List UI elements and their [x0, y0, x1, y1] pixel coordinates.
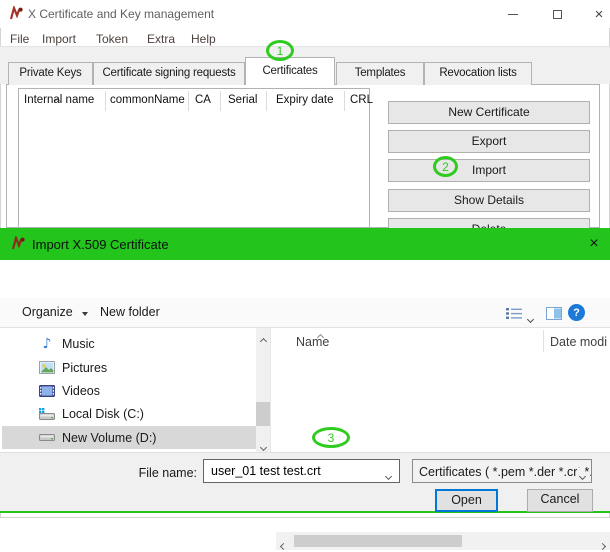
tab-certificate-signing-requests[interactable]: Certificate signing requests [93, 62, 245, 85]
xca-app-icon [8, 6, 24, 25]
music-icon: ♪ [38, 337, 56, 351]
column-divider [543, 330, 544, 352]
sidebar-scrollbar[interactable] [256, 328, 270, 452]
sidebar-item-label: Music [62, 337, 95, 351]
menu-file[interactable]: File [10, 32, 29, 46]
show-details-button[interactable]: Show Details [388, 189, 590, 212]
minimize-glyph [508, 14, 518, 15]
sidebar-item-music[interactable]: ♪ Music [2, 332, 256, 355]
column-header-serial[interactable]: Serial [228, 94, 257, 106]
scrollbar-thumb[interactable] [294, 535, 462, 547]
combo-dropdown-icon[interactable] [386, 468, 391, 482]
file-name-combobox[interactable] [203, 459, 400, 483]
horizontal-scrollbar[interactable] [276, 532, 610, 550]
navigation-bar: ← → ↑ « work › test [0, 260, 610, 298]
file-name-input[interactable] [205, 461, 375, 481]
dialog-content: ♪ Music Pictures [0, 328, 610, 452]
dialog-close-icon[interactable]: × [578, 228, 610, 260]
menu-help[interactable]: Help [191, 32, 216, 46]
organize-caret-icon [82, 312, 88, 316]
file-name-label: File name: [120, 466, 197, 480]
preview-pane-icon[interactable] [546, 307, 562, 323]
menu-token[interactable]: Token [96, 32, 128, 46]
file-type-value: Certificates ( *.pem *.der *.crt *. [419, 465, 592, 479]
videos-icon [38, 385, 56, 397]
new-folder-button[interactable]: New folder [100, 305, 160, 319]
sidebar-item-label: New Volume (D:) [62, 431, 156, 445]
view-details-icon[interactable] [506, 307, 523, 323]
main-window-title: X Certificate and Key management [28, 7, 214, 21]
organize-button[interactable]: Organize [22, 305, 88, 319]
column-header-name[interactable]: Name [296, 335, 329, 349]
sidebar-item-pictures[interactable]: Pictures [2, 356, 256, 379]
pictures-icon [38, 361, 56, 374]
scroll-down-icon[interactable] [261, 439, 266, 453]
column-header-internal-name[interactable]: Internal name [24, 94, 94, 106]
sidebar-item-label: Videos [62, 384, 100, 398]
certificates-table: Internal name commonName CA Serial Expir… [18, 88, 370, 228]
column-divider [220, 91, 221, 111]
scroll-left-icon[interactable] [281, 538, 286, 552]
import-certificate-dialog: Import X.509 Certificate × ← → ↑ « work … [0, 228, 610, 513]
column-header-expiry-date[interactable]: Expiry date [276, 94, 334, 106]
dialog-titlebar[interactable]: Import X.509 Certificate × [0, 228, 610, 260]
close-icon[interactable]: × [584, 0, 610, 28]
import-button[interactable]: Import [388, 159, 590, 182]
scroll-up-icon[interactable] [261, 333, 266, 347]
annotation-step-3: 3 [312, 427, 350, 448]
column-header-crl[interactable]: CRL [350, 94, 373, 106]
annotation-step-1: 1 [266, 40, 294, 61]
dialog-title: Import X.509 Certificate [32, 237, 169, 252]
annotation-step-2: 2 [433, 156, 458, 177]
column-divider [344, 91, 345, 111]
combo-dropdown-icon[interactable] [577, 468, 585, 482]
menu-extra[interactable]: Extra [147, 32, 175, 46]
tab-private-keys[interactable]: Private Keys [8, 62, 93, 85]
tab-revocation-lists[interactable]: Revocation lists [424, 62, 532, 85]
dialog-border [0, 511, 610, 513]
tab-templates[interactable]: Templates [336, 62, 424, 85]
close-glyph: × [595, 7, 604, 22]
open-button[interactable]: Open [435, 489, 498, 512]
sidebar-item-label: Local Disk (C:) [62, 407, 144, 421]
cancel-button[interactable]: Cancel [527, 489, 593, 512]
dialog-toolbar: Organize New folder ? [0, 298, 610, 328]
column-header-commonname[interactable]: commonName [110, 94, 185, 106]
scroll-right-icon[interactable] [600, 538, 605, 552]
dialog-footer: File name: Certificates ( *.pem *.der *.… [0, 452, 610, 511]
tab-certificates[interactable]: Certificates [245, 57, 335, 85]
column-divider [105, 91, 106, 111]
local-disk-icon [38, 408, 56, 420]
sidebar-item-videos[interactable]: Videos [2, 379, 256, 402]
maximize-glyph [553, 10, 562, 19]
new-certificate-button[interactable]: New Certificate [388, 101, 590, 124]
minimize-icon[interactable] [498, 0, 528, 28]
file-type-combobox[interactable]: Certificates ( *.pem *.der *.crt *. [412, 459, 592, 483]
sidebar-item-local-disk-c[interactable]: Local Disk (C:) [2, 402, 256, 425]
column-divider [188, 91, 189, 111]
column-header-date-modified[interactable]: Date modi [550, 335, 607, 349]
screenshot-root: { "annotations": { "step_1": "1", "step_… [0, 0, 610, 518]
sidebar-item-label: Pictures [62, 361, 107, 375]
drive-icon [38, 433, 56, 443]
export-button[interactable]: Export [388, 130, 590, 153]
divider [270, 328, 271, 452]
maximize-icon[interactable] [542, 0, 572, 28]
sidebar-item-new-volume-d[interactable]: New Volume (D:) [2, 426, 256, 449]
menu-import[interactable]: Import [42, 32, 76, 46]
xca-dialog-icon [10, 236, 26, 255]
column-divider [266, 91, 267, 111]
column-header-ca[interactable]: CA [195, 94, 211, 106]
help-icon[interactable]: ? [568, 304, 585, 321]
view-options-caret-icon[interactable] [528, 311, 533, 325]
scrollbar-thumb[interactable] [256, 402, 270, 426]
main-window-titlebar: X Certificate and Key management × [0, 0, 610, 28]
